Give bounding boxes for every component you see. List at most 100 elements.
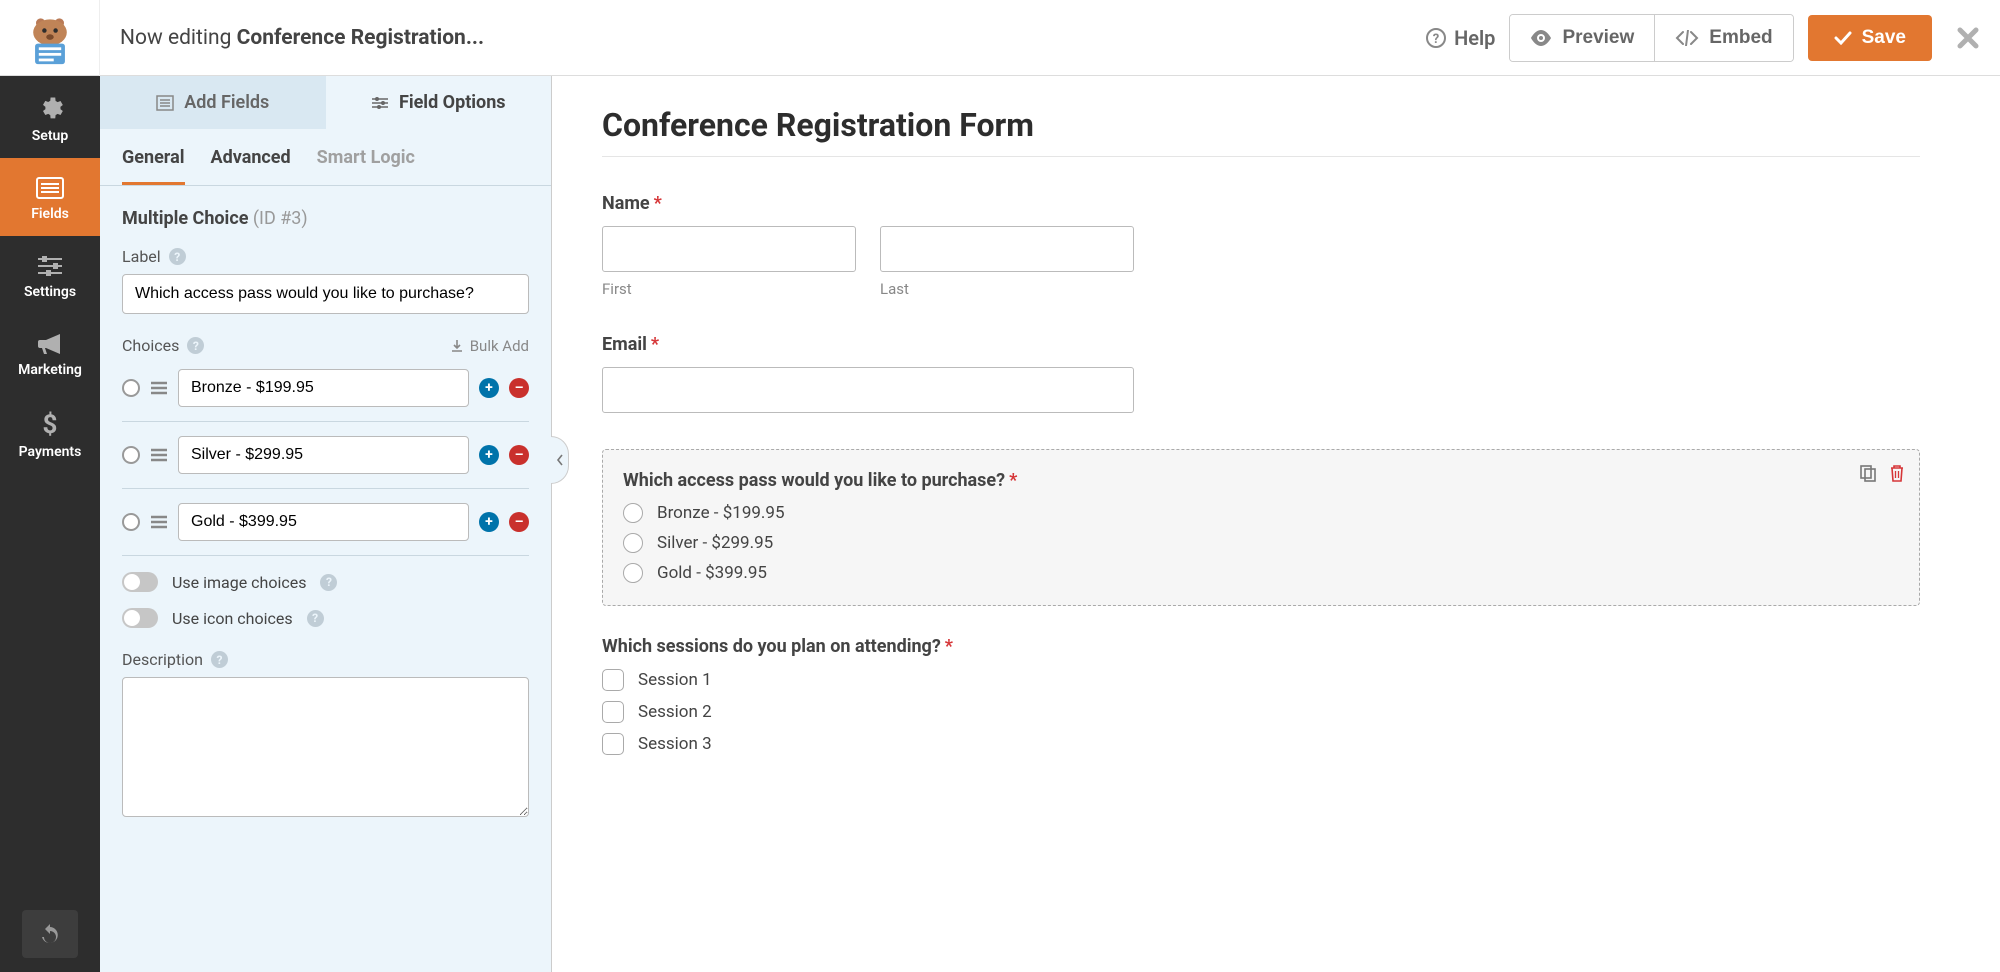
choice-row: + – bbox=[122, 489, 529, 556]
list-icon bbox=[4, 176, 96, 200]
remove-choice-button[interactable]: – bbox=[509, 378, 529, 398]
embed-button[interactable]: Embed bbox=[1654, 15, 1792, 61]
left-nav: Setup Fields Settings Marketing $ Paymen… bbox=[0, 76, 100, 972]
field-heading: Multiple Choice (ID #3) bbox=[122, 208, 529, 229]
radio-option[interactable]: Silver - $299.95 bbox=[623, 533, 1899, 553]
sliders-icon bbox=[4, 254, 96, 278]
checkbox-option[interactable]: Session 1 bbox=[602, 669, 1920, 691]
toggle-icon-choices[interactable] bbox=[122, 608, 158, 628]
bulk-add-link[interactable]: Bulk Add bbox=[450, 337, 529, 355]
choice-input[interactable] bbox=[178, 436, 469, 474]
radio-option[interactable]: Gold - $399.95 bbox=[623, 563, 1899, 583]
chevron-left-icon bbox=[556, 453, 564, 467]
field-panel: Add Fields Field Options General Advance… bbox=[100, 76, 552, 972]
checkbox-icon bbox=[602, 733, 624, 755]
eye-icon bbox=[1530, 30, 1552, 46]
remove-choice-button[interactable]: – bbox=[509, 512, 529, 532]
subtab-smart-logic[interactable]: Smart Logic bbox=[317, 147, 415, 185]
radio-label: Silver - $299.95 bbox=[657, 533, 773, 553]
choice-default-radio[interactable] bbox=[122, 446, 140, 464]
add-choice-button[interactable]: + bbox=[479, 512, 499, 532]
drag-handle-icon[interactable] bbox=[150, 380, 168, 396]
drag-handle-icon[interactable] bbox=[150, 447, 168, 463]
help-link[interactable]: ? Help bbox=[1426, 26, 1495, 50]
bullhorn-icon bbox=[4, 332, 96, 356]
form-preview: Conference Registration Form Name* First… bbox=[552, 76, 2000, 972]
check-icon bbox=[1834, 31, 1852, 45]
subtab-general[interactable]: General bbox=[122, 147, 185, 185]
choice-default-radio[interactable] bbox=[122, 513, 140, 531]
toggle-image-choices[interactable] bbox=[122, 572, 158, 592]
help-tooltip-icon[interactable]: ? bbox=[169, 248, 186, 265]
nav-settings[interactable]: Settings bbox=[0, 236, 100, 314]
label-heading: Label ? bbox=[122, 247, 529, 266]
checkbox-label: Session 2 bbox=[638, 702, 712, 722]
divider bbox=[602, 156, 1920, 157]
duplicate-field-button[interactable] bbox=[1859, 464, 1877, 482]
checkbox-icon bbox=[602, 669, 624, 691]
selected-field-block[interactable]: Which access pass would you like to purc… bbox=[602, 449, 1920, 606]
help-tooltip-icon[interactable]: ? bbox=[320, 574, 337, 591]
choice-default-radio[interactable] bbox=[122, 379, 140, 397]
top-bar: Now editing Conference Registration... ?… bbox=[0, 0, 2000, 76]
help-icon: ? bbox=[1426, 28, 1446, 48]
checkbox-option[interactable]: Session 2 bbox=[602, 701, 1920, 723]
save-button[interactable]: Save bbox=[1808, 15, 1932, 61]
nav-marketing[interactable]: Marketing bbox=[0, 314, 100, 392]
radio-icon bbox=[623, 503, 643, 523]
svg-text:?: ? bbox=[1433, 32, 1439, 47]
first-name-input[interactable] bbox=[602, 226, 856, 272]
wpforms-logo-icon bbox=[22, 10, 78, 66]
choice-input[interactable] bbox=[178, 503, 469, 541]
choice-row: + – bbox=[122, 355, 529, 422]
add-choice-button[interactable]: + bbox=[479, 445, 499, 465]
code-icon bbox=[1675, 30, 1699, 46]
svg-text:$: $ bbox=[43, 410, 58, 438]
close-button[interactable] bbox=[1956, 26, 1980, 50]
email-input[interactable] bbox=[602, 367, 1134, 413]
gear-icon bbox=[4, 94, 96, 122]
choice-input[interactable] bbox=[178, 369, 469, 407]
sessions-label: Which sessions do you plan on attending?… bbox=[602, 636, 1920, 657]
delete-field-button[interactable] bbox=[1889, 464, 1905, 482]
remove-choice-button[interactable]: – bbox=[509, 445, 529, 465]
last-name-input[interactable] bbox=[880, 226, 1134, 272]
preview-embed-group: Preview Embed bbox=[1509, 14, 1793, 62]
radio-label: Gold - $399.95 bbox=[657, 563, 767, 583]
drag-handle-icon[interactable] bbox=[150, 514, 168, 530]
dollar-icon: $ bbox=[4, 410, 96, 438]
undo-button[interactable] bbox=[22, 910, 78, 958]
radio-icon bbox=[623, 533, 643, 553]
preview-button[interactable]: Preview bbox=[1510, 15, 1654, 61]
options-icon bbox=[371, 95, 389, 111]
radio-label: Bronze - $199.95 bbox=[657, 503, 785, 523]
page-title: Now editing Conference Registration... bbox=[120, 26, 1426, 50]
tab-add-fields[interactable]: Add Fields bbox=[100, 76, 326, 129]
add-choice-button[interactable]: + bbox=[479, 378, 499, 398]
logo[interactable] bbox=[0, 0, 100, 76]
trash-icon bbox=[1889, 464, 1905, 482]
help-tooltip-icon[interactable]: ? bbox=[187, 337, 204, 354]
undo-icon bbox=[38, 922, 62, 946]
tab-field-options[interactable]: Field Options bbox=[326, 76, 552, 129]
first-sublabel: First bbox=[602, 280, 856, 298]
nav-payments[interactable]: $ Payments bbox=[0, 392, 100, 474]
radio-icon bbox=[623, 563, 643, 583]
radio-option[interactable]: Bronze - $199.95 bbox=[623, 503, 1899, 523]
last-sublabel: Last bbox=[880, 280, 1134, 298]
nav-setup[interactable]: Setup bbox=[0, 76, 100, 158]
email-field-label: Email* bbox=[602, 334, 1920, 355]
help-tooltip-icon[interactable]: ? bbox=[307, 610, 324, 627]
subtab-advanced[interactable]: Advanced bbox=[211, 147, 291, 185]
nav-fields[interactable]: Fields bbox=[0, 158, 100, 236]
choice-row: + – bbox=[122, 422, 529, 489]
checkbox-icon bbox=[602, 701, 624, 723]
copy-icon bbox=[1859, 464, 1877, 482]
form-title[interactable]: Conference Registration Form bbox=[602, 106, 1920, 144]
label-input[interactable] bbox=[122, 274, 529, 314]
description-input[interactable] bbox=[122, 677, 529, 817]
checkbox-option[interactable]: Session 3 bbox=[602, 733, 1920, 755]
checkbox-label: Session 1 bbox=[638, 670, 712, 690]
help-tooltip-icon[interactable]: ? bbox=[211, 651, 228, 668]
download-icon bbox=[450, 339, 464, 353]
